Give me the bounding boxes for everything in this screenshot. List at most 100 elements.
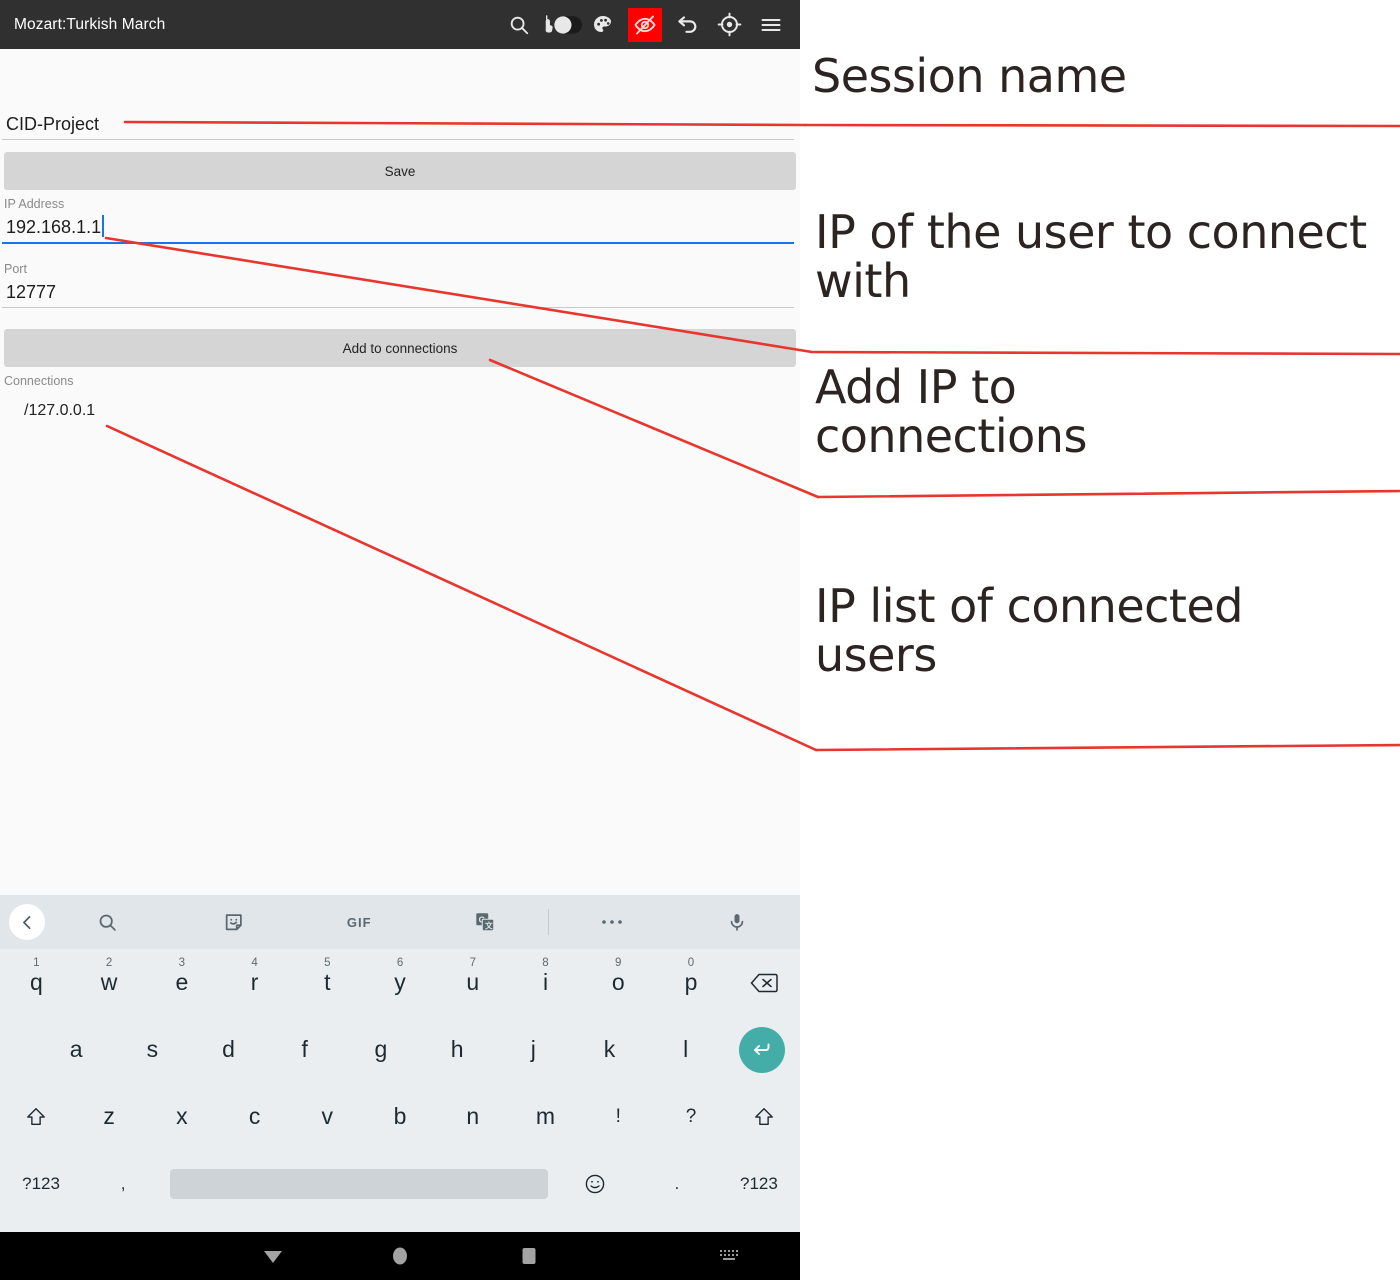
key-o[interactable]: 9o: [582, 949, 655, 1016]
key-question[interactable]: ?: [655, 1083, 728, 1150]
keyboard-row-4: ?123 , . ?123: [0, 1150, 800, 1217]
crosshair-icon[interactable]: [708, 4, 750, 46]
key-label: m: [535, 1103, 556, 1129]
keyboard-row-1: 1q 2w 3e 4r 5t 6y 7u 8i 9o 0p: [0, 949, 800, 1016]
ip-address-value-row[interactable]: 192.168.1.1: [0, 212, 800, 242]
keyboard-row-2: a s d f g h j k l: [0, 1016, 800, 1083]
back-triangle-icon[interactable]: [258, 1232, 288, 1280]
key-comma[interactable]: ,: [82, 1150, 164, 1217]
key-g[interactable]: g: [343, 1016, 419, 1083]
phone-screen: Mozart:Turkish March CID-Project Save IP…: [0, 0, 800, 1280]
add-to-connections-label: Add to connections: [342, 340, 458, 356]
shift-icon[interactable]: [0, 1083, 73, 1150]
keyboard-indicator-icon: [714, 1232, 744, 1280]
undo-icon[interactable]: [666, 4, 708, 46]
key-w[interactable]: 2w: [73, 949, 146, 1016]
enter-icon[interactable]: [724, 1016, 800, 1083]
key-r[interactable]: 4r: [218, 949, 291, 1016]
key-label: t: [324, 969, 331, 995]
home-circle-icon[interactable]: [385, 1232, 415, 1280]
key-a[interactable]: a: [38, 1016, 114, 1083]
backspace-icon[interactable]: [727, 949, 800, 1016]
key-f[interactable]: f: [267, 1016, 343, 1083]
microphone-icon[interactable]: [674, 911, 800, 933]
svg-text:文: 文: [485, 920, 493, 930]
text-caret: [102, 215, 105, 237]
connections-section: Connections: [0, 373, 800, 389]
key-h[interactable]: h: [419, 1016, 495, 1083]
session-name-underline: [2, 139, 794, 140]
key-u[interactable]: 7u: [436, 949, 509, 1016]
symbols-key-left[interactable]: ?123: [0, 1150, 82, 1217]
list-item[interactable]: /127.0.0.1: [0, 402, 800, 420]
recents-square-icon[interactable]: [514, 1232, 544, 1280]
key-label: n: [466, 1103, 480, 1129]
key-b[interactable]: b: [364, 1083, 437, 1150]
key-label: e: [175, 969, 189, 995]
key-c[interactable]: c: [218, 1083, 291, 1150]
key-y[interactable]: 6y: [364, 949, 437, 1016]
key-e[interactable]: 3e: [145, 949, 218, 1016]
chevron-left-icon[interactable]: [9, 904, 45, 940]
sticker-icon[interactable]: [171, 911, 297, 933]
key-label: i: [542, 969, 549, 995]
key-l[interactable]: l: [648, 1016, 724, 1083]
session-name-value[interactable]: CID-Project: [0, 109, 800, 139]
search-icon[interactable]: [498, 4, 540, 46]
key-d[interactable]: d: [190, 1016, 266, 1083]
enter-key-circle: [738, 1026, 785, 1073]
key-x[interactable]: x: [145, 1083, 218, 1150]
translate-icon[interactable]: G 文: [422, 911, 548, 933]
key-p[interactable]: 0p: [655, 949, 728, 1016]
app-bar-actions: [498, 4, 800, 46]
ip-address-label: IP Address: [4, 197, 65, 211]
port-value[interactable]: 12777: [0, 277, 800, 307]
key-i[interactable]: 8i: [509, 949, 582, 1016]
key-label: !: [615, 1105, 621, 1127]
key-num: 8: [542, 957, 549, 969]
key-n[interactable]: n: [436, 1083, 509, 1150]
key-s[interactable]: s: [114, 1016, 190, 1083]
key-j[interactable]: j: [495, 1016, 571, 1083]
symbols-key-right[interactable]: ?123: [718, 1150, 800, 1217]
shift-icon[interactable]: [727, 1083, 800, 1150]
key-period[interactable]: .: [636, 1150, 718, 1217]
ip-address-field[interactable]: IP Address 192.168.1.1: [0, 196, 800, 244]
key-label: r: [250, 969, 259, 995]
key-v[interactable]: v: [291, 1083, 364, 1150]
key-num: 4: [251, 957, 258, 969]
row2-left-pad: [0, 1016, 38, 1083]
more-horizontal-icon[interactable]: [549, 918, 675, 926]
save-button[interactable]: Save: [4, 152, 796, 190]
touch-toggle-icon[interactable]: [540, 4, 582, 46]
add-to-connections-button[interactable]: Add to connections: [4, 329, 796, 367]
key-label: v: [321, 1103, 334, 1129]
port-label: Port: [4, 262, 27, 276]
search-icon[interactable]: [45, 912, 171, 933]
key-label: w: [100, 969, 118, 995]
key-z[interactable]: z: [73, 1083, 146, 1150]
key-t[interactable]: 5t: [291, 949, 364, 1016]
key-label: d: [222, 1036, 235, 1062]
gif-label: GIF: [346, 914, 372, 930]
port-field[interactable]: Port 12777: [0, 261, 800, 308]
palette-icon[interactable]: [582, 4, 624, 46]
key-num: 5: [324, 957, 331, 969]
emoji-icon[interactable]: [554, 1150, 636, 1217]
key-label: f: [301, 1036, 308, 1062]
session-name-field[interactable]: CID-Project: [0, 109, 800, 140]
gif-icon[interactable]: GIF: [296, 915, 422, 930]
eye-off-icon[interactable]: [628, 7, 662, 42]
key-label: j: [530, 1036, 536, 1062]
ip-address-value[interactable]: 192.168.1.1: [6, 217, 101, 237]
hamburger-menu-icon[interactable]: [750, 4, 792, 46]
annotation-ip-of-user: IP of the user to connect with: [815, 205, 1367, 309]
annotation-panel: Session name IP of the user to connect w…: [800, 0, 1400, 1280]
key-exclamation[interactable]: !: [582, 1083, 655, 1150]
screenshot-root: Mozart:Turkish March CID-Project Save IP…: [0, 0, 1400, 1280]
key-m[interactable]: m: [509, 1083, 582, 1150]
key-num: 7: [469, 957, 476, 969]
key-k[interactable]: k: [571, 1016, 647, 1083]
key-q[interactable]: 1q: [0, 949, 73, 1016]
spacebar[interactable]: [170, 1168, 548, 1199]
